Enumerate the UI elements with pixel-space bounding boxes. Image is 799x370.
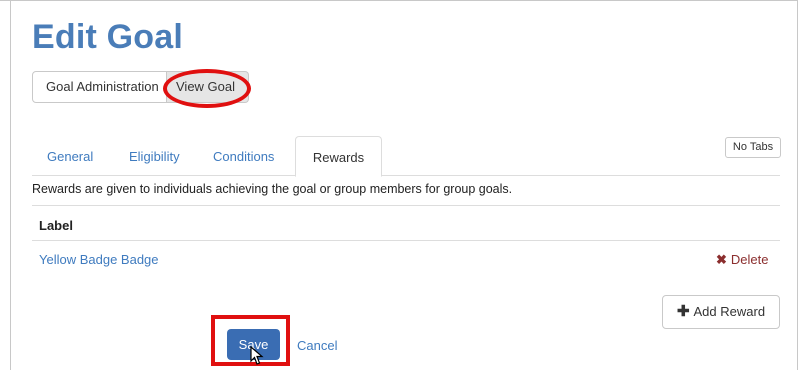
- x-icon: ✖: [716, 252, 727, 267]
- table-header-label: Label: [39, 218, 73, 233]
- tabs-bottom-border: [32, 175, 780, 176]
- frame-left-border: [10, 0, 11, 370]
- plus-icon: ✚: [676, 303, 690, 320]
- divider: [32, 240, 780, 241]
- pointer-cursor-icon: [250, 346, 264, 365]
- frame-top-border: [0, 0, 797, 1]
- tab-general[interactable]: General: [47, 136, 93, 175]
- view-goal-button[interactable]: View Goal: [163, 69, 251, 108]
- divider: [32, 205, 780, 206]
- cancel-link[interactable]: Cancel: [297, 338, 337, 353]
- goal-administration-button[interactable]: Goal Administration: [32, 71, 167, 103]
- view-goal-label: View Goal: [176, 79, 236, 94]
- add-reward-button[interactable]: ✚ Add Reward: [662, 295, 780, 329]
- frame-right-border: [797, 0, 798, 370]
- rewards-description: Rewards are given to individuals achievi…: [32, 182, 513, 196]
- add-reward-label: Add Reward: [693, 304, 766, 319]
- goal-nav-button-group: Goal Administration View Goal: [32, 69, 251, 108]
- reward-link-yellow-badge[interactable]: Yellow Badge Badge: [39, 252, 159, 267]
- tab-conditions[interactable]: Conditions: [213, 136, 274, 175]
- delete-reward-button[interactable]: ✖ Delete: [716, 252, 768, 268]
- goal-tabs: General Eligibility Conditions Rewards: [32, 136, 780, 177]
- tab-rewards[interactable]: Rewards: [295, 136, 382, 177]
- page-title: Edit Goal: [32, 18, 184, 56]
- delete-label: Delete: [730, 252, 769, 267]
- tab-eligibility[interactable]: Eligibility: [129, 136, 180, 175]
